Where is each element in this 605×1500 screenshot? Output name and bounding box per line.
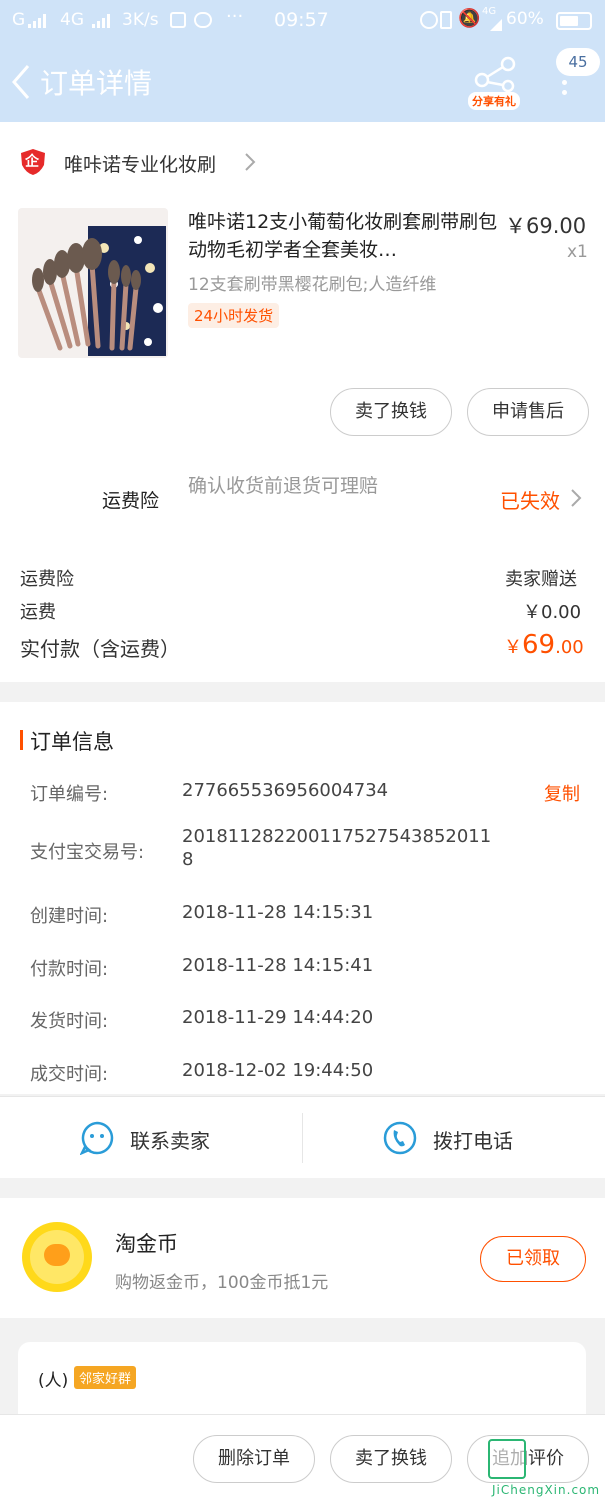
wechat-icon [194,12,212,28]
signal-icon [28,13,52,28]
contact-seller-button[interactable]: 联系卖家 [0,1097,302,1179]
chat-icon [80,1121,114,1155]
mute-icon: 🔕 [458,8,481,29]
alipay-trade-value-cont: 8 [182,849,194,870]
pay-time-value: 2018-11-28 14:15:41 [182,955,374,976]
share-icon [474,56,516,92]
phone-icon [383,1121,417,1155]
share-label: 分享有礼 [468,92,520,110]
contact-bar: 联系卖家 拨打电话 [0,1096,605,1178]
back-arrow-icon[interactable] [10,64,34,100]
product-title[interactable]: 唯咔诺12支小葡萄化妆刷套刷带刷包动物毛初学者全套美妆… [188,208,498,264]
notification-icon [170,12,186,28]
battery-percent: 60% [506,9,544,29]
more-menu-button[interactable]: 45 [556,48,600,118]
network-speed: 3K/s [122,10,159,30]
clock: 09:57 [274,9,329,31]
delivery-tag: 24小时发货 [188,303,280,328]
product-price: ￥69.00 [505,214,587,238]
coins-claimed-button[interactable]: 已领取 [480,1236,586,1282]
call-phone-button[interactable]: 拨打电话 [303,1097,605,1179]
message-badge: 45 [556,48,600,76]
pay-time-label: 付款时间: [30,959,109,980]
paid-amount-label: 实付款（含运费） [20,637,180,661]
paid-amount-value: ￥69.00 [504,630,584,660]
shop-name: 唯咔诺专业化妆刷 [64,154,217,176]
after-sale-button[interactable]: 申请售后 [467,388,589,436]
network-text: 4G [60,10,84,30]
alipay-trade-value: 201811282200117527543852011 [182,826,492,847]
order-info-title: 订单信息 [30,730,114,754]
coin-icon [22,1222,92,1292]
ship-time-value: 2018-11-29 14:44:20 [182,1007,374,1028]
order-goods-section: 企 唯咔诺专业化妆刷 唯咔诺12支小葡萄化妆刷套刷带刷包动物毛初学者全套美妆… … [0,122,605,682]
vibrate-icon [440,11,452,29]
shop-row[interactable]: 企 唯咔诺专业化妆刷 [0,142,605,182]
group-prefix: (人) [38,1371,69,1391]
order-number-label: 订单编号: [30,784,109,805]
add-review-button[interactable]: 追加评价 [467,1435,589,1483]
page-title: 订单详情 [40,67,153,100]
shipping-insurance-row[interactable]: 运费险 确认收货前退货可理赔 已失效 [0,470,605,530]
group-tag: 邻家好群 [74,1366,137,1389]
deal-time-value: 2018-12-02 19:44:50 [182,1060,374,1081]
call-phone-label: 拨打电话 [433,1129,513,1153]
delete-order-button[interactable]: 删除订单 [193,1435,315,1483]
signal-icon-2 [92,13,116,28]
watermark-text: JiChengXin.com [492,1483,601,1497]
battery-icon [556,12,592,30]
bottom-action-bar: 删除订单 卖了换钱 追加评价 JiChengXin.com [0,1414,605,1500]
chevron-right-icon [570,488,582,508]
share-button[interactable]: 分享有礼 [466,50,526,114]
contact-seller-label: 联系卖家 [130,1129,210,1153]
coins-title: 淘金币 [115,1232,178,1256]
deal-time-label: 成交时间: [30,1064,109,1085]
ship-time-label: 发货时间: [30,1011,109,1032]
product-quantity: x1 [567,242,588,262]
order-number-value: 277665536956004734 [182,780,389,801]
section-marker [20,730,23,750]
signal-icon-3 [490,16,502,31]
resell-bottom-button[interactable]: 卖了换钱 [330,1435,452,1483]
shipping-fee-label: 运费 [20,602,56,623]
copy-button[interactable]: 复制 [544,780,580,806]
status-bar: G 4G 3K/s ··· 09:57 🔕 4G 60% [0,0,605,42]
product-sku: 12支套刷带黑樱花刷包;人造纤维 [188,275,437,295]
watermark-logo-icon [488,1439,526,1479]
more-icon: ··· [226,6,244,27]
insurance-status: 已失效 [500,489,560,513]
cost-insurance-label: 运费险 [20,569,74,590]
order-info-section: 订单信息 订单编号: 277665536956004734 复制 支付宝交易号:… [0,702,605,1094]
alipay-trade-label: 支付宝交易号: [30,842,145,863]
coins-section: 淘金币 购物返金币，100金币抵1元 已领取 [0,1198,605,1318]
shipping-fee-value: ￥0.00 [523,602,582,623]
cost-insurance-value: 卖家赠送 [505,569,577,590]
more-dots-icon [562,80,567,85]
signal-text: G [12,10,26,30]
create-time-value: 2018-11-28 14:15:31 [182,902,374,923]
coins-description: 购物返金币，100金币抵1元 [115,1273,329,1293]
resell-button[interactable]: 卖了换钱 [330,388,452,436]
insurance-description: 确认收货前退货可理赔 [188,475,379,497]
chevron-right-icon [244,152,256,172]
bluetooth-icon [420,11,438,29]
create-time-label: 创建时间: [30,906,109,927]
product-image[interactable] [18,208,168,358]
enterprise-badge-icon: 企 [20,148,46,176]
insurance-label: 运费险 [102,490,160,512]
nav-bar: 订单详情 分享有礼 45 [0,42,605,122]
